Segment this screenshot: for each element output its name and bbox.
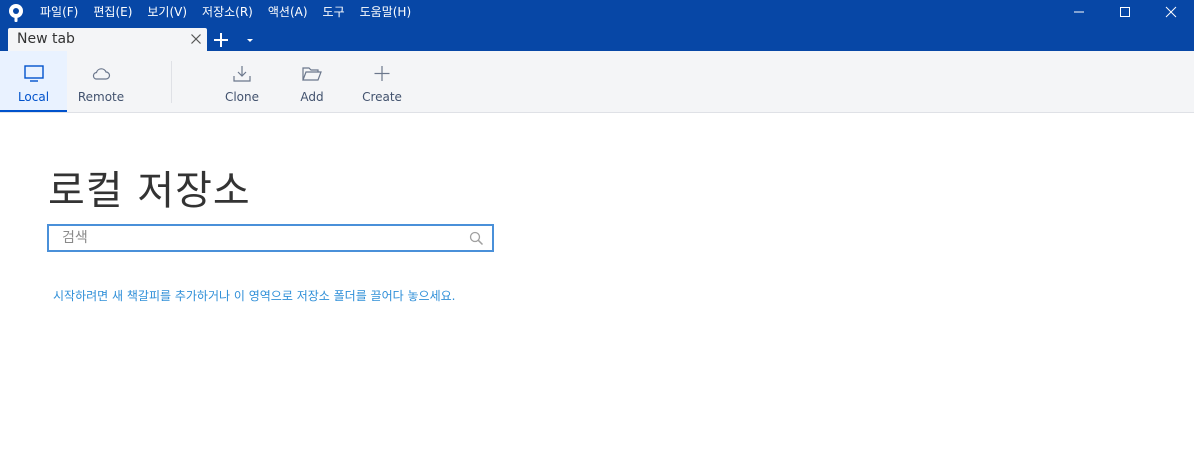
create-label: Create: [362, 90, 402, 104]
menu-view[interactable]: 보기(V): [147, 0, 187, 24]
clone-button[interactable]: Clone: [212, 51, 272, 112]
minimize-button[interactable]: [1056, 0, 1102, 24]
tab-label: New tab: [17, 31, 75, 47]
menu-repository[interactable]: 저장소(R): [202, 0, 253, 24]
cloud-icon: [92, 68, 111, 80]
clone-label: Clone: [224, 90, 260, 104]
menu-help[interactable]: 도움말(H): [360, 0, 412, 24]
tab-strip: New tab: [0, 28, 1194, 51]
search-icon[interactable]: [469, 231, 484, 246]
empty-state-hint: 시작하려면 새 책갈피를 추가하거나 이 영역으로 저장소 폴더를 끌어다 놓으…: [53, 289, 456, 303]
maximize-button[interactable]: [1102, 0, 1148, 24]
minimize-icon: [1074, 11, 1084, 13]
menu-edit[interactable]: 편집(E): [93, 0, 132, 24]
folder-open-icon: [302, 67, 322, 81]
menu-actions[interactable]: 액션(A): [268, 0, 308, 24]
tab-close-icon[interactable]: [190, 33, 202, 45]
remote-label: Remote: [77, 90, 125, 104]
monitor-icon: [23, 65, 44, 82]
search-input[interactable]: [49, 226, 459, 250]
add-tab-icon[interactable]: [211, 30, 231, 50]
add-button[interactable]: Add: [282, 51, 342, 112]
local-button[interactable]: Local: [0, 51, 67, 112]
chevron-down-icon[interactable]: [243, 33, 257, 47]
plus-icon: [374, 66, 390, 81]
local-label: Local: [17, 90, 50, 104]
menu-file[interactable]: 파일(F): [40, 0, 78, 24]
add-label: Add: [300, 90, 324, 104]
maximize-icon: [1120, 7, 1130, 17]
app-logo-icon: [9, 4, 23, 22]
title-bar: 파일(F) 편집(E) 보기(V) 저장소(R) 액션(A) 도구 도움말(H): [0, 0, 1194, 28]
toolbar-divider: [171, 61, 172, 103]
window-controls: [1056, 0, 1194, 24]
menu-tools[interactable]: 도구: [323, 0, 345, 24]
create-button[interactable]: Create: [352, 51, 412, 112]
menu-bar: 파일(F) 편집(E) 보기(V) 저장소(R) 액션(A) 도구 도움말(H): [40, 0, 426, 24]
toolbar: Local Remote Clone Add Create: [0, 51, 1194, 113]
close-icon: [1165, 6, 1177, 18]
remote-button[interactable]: Remote: [67, 51, 135, 112]
download-icon: [233, 66, 251, 82]
close-window-button[interactable]: [1148, 0, 1194, 24]
search-box: [47, 224, 494, 252]
tab-new[interactable]: New tab: [8, 28, 207, 51]
page-title: 로컬 저장소: [48, 168, 251, 214]
